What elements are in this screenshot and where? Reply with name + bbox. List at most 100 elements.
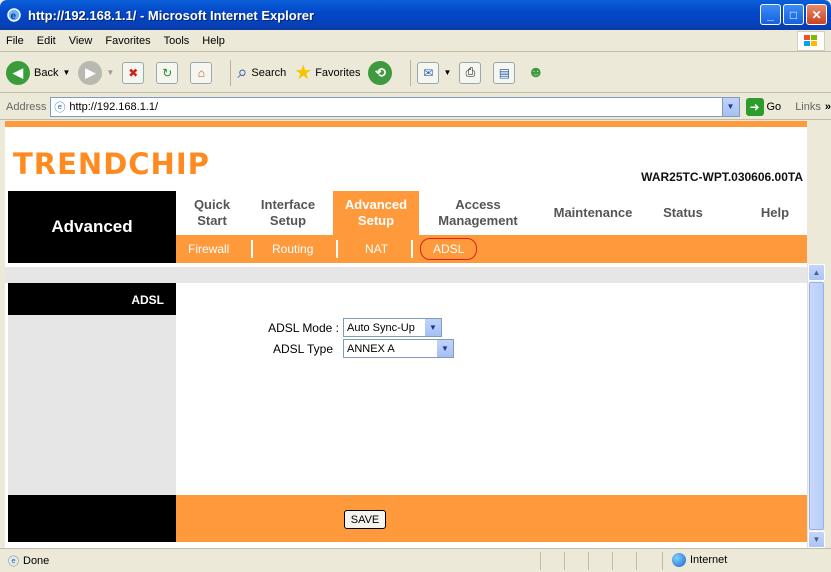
vertical-scrollbar[interactable]: ▲ ▼ (807, 264, 825, 548)
maximize-button[interactable]: □ (783, 4, 804, 25)
messenger-icon: ☻ (527, 63, 545, 81)
adsl-mode-value: Auto Sync-Up (347, 321, 415, 334)
gray-separator (5, 267, 807, 283)
nav-status[interactable]: Status (651, 191, 715, 235)
footer-bar (176, 495, 807, 542)
search-icon: ⌕ (237, 62, 248, 82)
page-icon: ⓔ (8, 555, 19, 568)
windows-logo-icon (797, 31, 825, 51)
status-bar: ⓔ Done Internet (0, 548, 831, 572)
nav-advanced-setup[interactable]: Advanced Setup (333, 191, 419, 235)
subnav-firewall[interactable]: Firewall (188, 235, 229, 263)
scroll-thumb[interactable] (809, 282, 824, 530)
favorites-label: Favorites (315, 66, 361, 79)
go-button[interactable]: ➜ Go (745, 97, 781, 116)
nav-interface-setup[interactable]: Interface Setup (248, 191, 328, 235)
menu-view[interactable]: View (69, 35, 93, 47)
chevron-down-icon: ▼ (443, 68, 452, 77)
panel-title: ADSL (8, 283, 176, 315)
section-title: Advanced (8, 191, 176, 263)
search-button[interactable]: ⌕ Search (237, 62, 286, 83)
menu-bar: File Edit View Favorites Tools Help (0, 30, 831, 52)
home-button[interactable]: ⌂ (190, 61, 216, 84)
address-bar: Address ⓔ http://192.168.1.1/ ▼ ➜ Go Lin… (0, 94, 831, 120)
search-label: Search (251, 66, 287, 79)
globe-icon (672, 553, 686, 567)
go-arrow-icon: ➜ (745, 97, 764, 116)
messenger-button[interactable]: ☻ (527, 64, 544, 82)
svg-text:e: e (11, 11, 17, 22)
address-label: Address (6, 100, 47, 113)
mail-button[interactable]: ✉ ▼ (417, 61, 452, 84)
chevron-down-icon: ▼ (62, 68, 71, 77)
links-button[interactable]: Links (795, 101, 821, 113)
nav-maintenance[interactable]: Maintenance (541, 191, 645, 235)
subnav-routing[interactable]: Routing (272, 235, 313, 263)
forward-arrow-icon: ▶ (78, 60, 103, 85)
history-icon: ⟲ (368, 60, 393, 85)
subnav-nat[interactable]: NAT (365, 235, 388, 263)
forward-button[interactable]: ▶ ▼ (78, 60, 115, 85)
footer-left (8, 495, 176, 542)
edit-icon: ▤ (493, 61, 516, 84)
status-divider (588, 552, 589, 570)
nav-access-management[interactable]: Access Management (427, 191, 529, 235)
menu-edit[interactable]: Edit (37, 35, 56, 47)
save-button[interactable]: SAVE (344, 510, 386, 529)
address-dropdown-icon[interactable]: ▼ (721, 97, 739, 116)
security-zone: Internet (672, 553, 727, 567)
subnav-adsl[interactable]: ADSL (420, 238, 478, 260)
toolbar-divider (410, 59, 412, 86)
adsl-mode-select[interactable]: Auto Sync-Up ▼ (343, 318, 442, 337)
menu-file[interactable]: File (6, 35, 24, 47)
title-bar: e http://192.168.1.1/ - Microsoft Intern… (0, 0, 831, 30)
adsl-type-select[interactable]: ANNEX A ▼ (343, 339, 454, 358)
chevron-down-icon: ▼ (106, 68, 115, 77)
adsl-type-value: ANNEX A (347, 342, 395, 355)
history-button[interactable]: ⟲ (368, 60, 396, 85)
chevron-down-icon: ▼ (425, 319, 441, 336)
menu-help[interactable]: Help (202, 35, 225, 47)
status-divider (612, 552, 613, 570)
subnav-divider (336, 240, 338, 258)
ie-logo-icon: e (6, 7, 22, 23)
menu-favorites[interactable]: Favorites (105, 35, 150, 47)
top-orange-bar (5, 121, 807, 127)
stop-button[interactable]: ✖ (122, 61, 148, 84)
refresh-icon: ↻ (156, 61, 179, 84)
subnav-divider (411, 240, 413, 258)
toolbar: ◀ Back ▼ ▶ ▼ ✖ ↻ ⌂ ⌕ Search ★ Favorites … (0, 53, 831, 93)
back-button[interactable]: ◀ Back ▼ (6, 60, 71, 85)
menu-tools[interactable]: Tools (164, 35, 190, 47)
nav-help[interactable]: Help (749, 191, 801, 235)
home-icon: ⌂ (190, 61, 213, 84)
scroll-down-icon[interactable]: ▼ (808, 531, 825, 548)
nav-quick-start[interactable]: Quick Start (176, 191, 248, 235)
refresh-button[interactable]: ↻ (156, 61, 182, 84)
back-label: Back (34, 66, 59, 79)
edit-button[interactable]: ▤ (493, 61, 519, 84)
status-divider (636, 552, 637, 570)
toolbar-divider (230, 59, 232, 86)
adsl-mode-label: ADSL Mode : (268, 321, 339, 335)
minimize-button[interactable]: _ (760, 4, 781, 25)
printer-icon: ⎙ (459, 61, 482, 84)
window-title: http://192.168.1.1/ - Microsoft Internet… (28, 7, 315, 23)
stop-icon: ✖ (122, 61, 145, 84)
chevron-right-icon[interactable]: » (825, 101, 831, 113)
router-page: TRENDCHIP WAR25TC-WPT.030606.00TA Advanc… (5, 121, 807, 548)
back-arrow-icon: ◀ (6, 60, 30, 85)
address-url: http://192.168.1.1/ (69, 100, 159, 113)
sub-navigation (176, 235, 807, 263)
status-divider (564, 552, 565, 570)
address-input[interactable]: ⓔ http://192.168.1.1/ ▼ (50, 96, 740, 117)
zone-label: Internet (690, 554, 728, 566)
print-button[interactable]: ⎙ (459, 61, 485, 84)
favorites-button[interactable]: ★ Favorites (294, 60, 360, 85)
page-icon: ⓔ (54, 101, 66, 114)
star-icon: ★ (294, 62, 313, 84)
close-button[interactable]: ✕ (806, 4, 827, 25)
status-divider (540, 552, 541, 570)
status-divider (662, 552, 663, 570)
scroll-up-icon[interactable]: ▲ (808, 264, 825, 281)
